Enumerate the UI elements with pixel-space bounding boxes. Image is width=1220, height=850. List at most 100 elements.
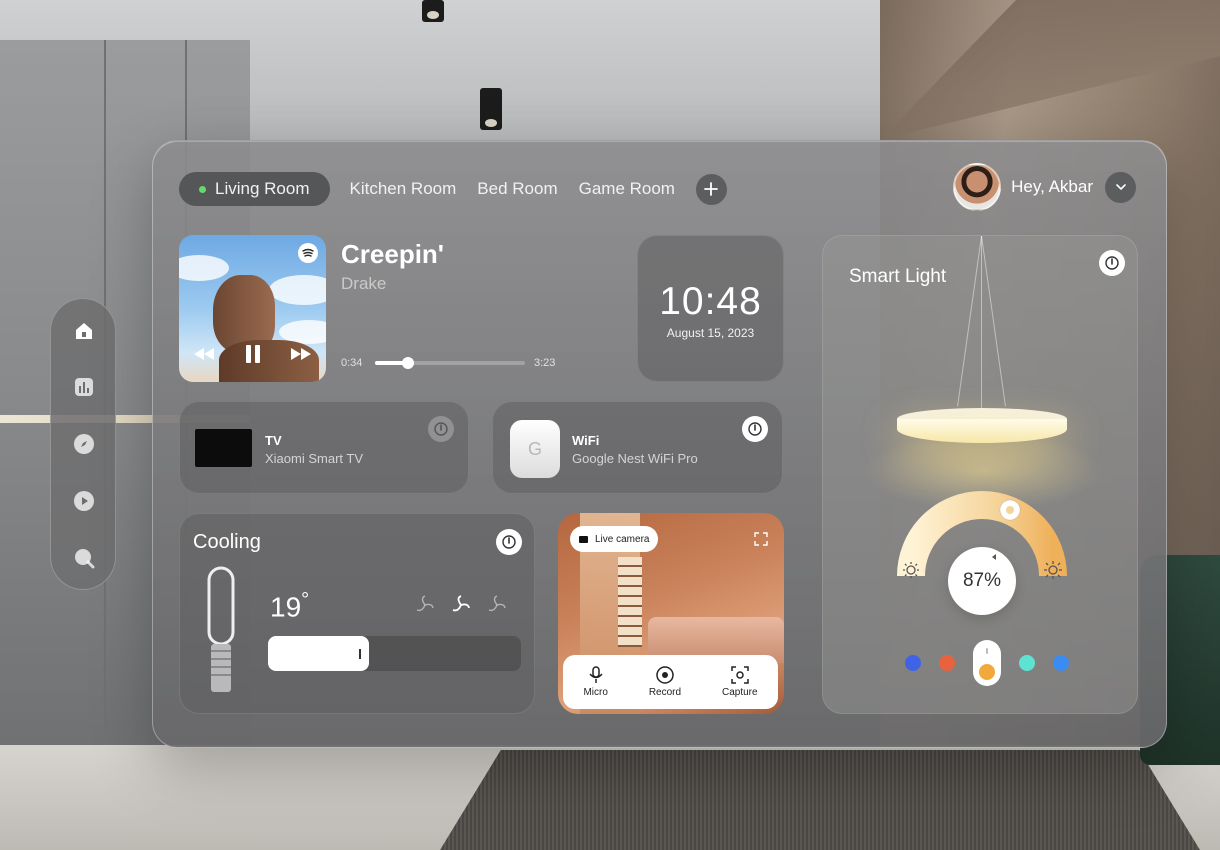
song-artist: Drake <box>341 274 387 293</box>
home-icon[interactable] <box>72 319 96 343</box>
total-time: 3:23 <box>534 357 556 369</box>
tv-thumbnail <box>195 429 252 467</box>
air-purifier-image <box>207 566 235 692</box>
wifi-power-button[interactable] <box>742 416 768 442</box>
power-icon <box>434 422 448 436</box>
plus-icon <box>704 182 719 196</box>
tab-kitchen-room[interactable]: Kitchen Room <box>350 179 457 199</box>
record-icon <box>656 666 674 684</box>
add-room-button[interactable] <box>695 173 727 205</box>
capture-icon <box>731 666 749 684</box>
lamp-wire <box>957 235 982 407</box>
swatch-color <box>979 664 995 680</box>
pause-icon[interactable] <box>245 344 261 364</box>
capture-label: Capture <box>721 687 758 698</box>
clock-card: 10:48 August 15, 2023 <box>637 235 784 382</box>
tv-title: TV <box>265 433 282 448</box>
fast-forward-icon[interactable] <box>290 347 312 361</box>
album-art <box>179 235 326 382</box>
camera-feed-shelf <box>618 557 642 647</box>
pendant-lamp-image <box>897 408 1067 458</box>
cooling-slider-grip[interactable] <box>359 649 362 659</box>
ceiling-spotlight <box>422 0 444 22</box>
tab-game-room[interactable]: Game Room <box>579 179 675 199</box>
avatar[interactable] <box>953 163 1002 211</box>
microphone-icon <box>589 666 603 683</box>
swatch-handle <box>986 648 988 654</box>
cooling-slider[interactable] <box>268 636 521 671</box>
power-icon <box>748 422 762 436</box>
color-swatches <box>905 640 1087 686</box>
active-dot <box>199 185 206 193</box>
tv-card[interactable]: TV Xiaomi Smart TV <box>179 401 469 494</box>
video-camera-icon <box>579 535 588 543</box>
ceiling-spotlight <box>480 88 502 130</box>
lamp-ring <box>897 419 1067 443</box>
progress-knob[interactable] <box>402 357 414 369</box>
dashboard-panel: Living Room Kitchen Room Bed Room Game R… <box>152 140 1167 748</box>
cooling-slider-fill <box>268 636 370 671</box>
record-button[interactable]: Record <box>649 666 681 698</box>
light-power-button[interactable] <box>1099 250 1125 276</box>
smart-light-title: Smart Light <box>849 266 947 287</box>
temperature-value: 19 <box>270 591 302 623</box>
color-swatch[interactable] <box>1053 655 1069 671</box>
micro-button[interactable]: Micro <box>583 666 608 698</box>
user-menu-button[interactable] <box>1105 171 1136 203</box>
rewind-icon[interactable] <box>193 347 215 361</box>
micro-label: Micro <box>583 687 608 698</box>
color-swatch[interactable] <box>1019 655 1035 671</box>
live-camera-badge: Live camera <box>570 526 659 552</box>
power-icon <box>502 535 516 549</box>
song-progress-bar[interactable] <box>375 357 525 369</box>
color-swatch-selected[interactable] <box>973 640 1001 686</box>
compass-icon[interactable] <box>72 432 96 456</box>
lamp-wire <box>981 235 1006 407</box>
search-icon[interactable] <box>72 546 96 570</box>
fan-medium-icon[interactable] <box>450 594 472 616</box>
camera-action-bar: Micro Record Capture <box>563 655 778 709</box>
record-label: Record <box>648 687 682 698</box>
degree-symbol: ° <box>301 589 310 611</box>
live-camera-label: Live camera <box>595 533 650 545</box>
tab-bed-room[interactable]: Bed Room <box>477 179 557 199</box>
album-cloud <box>269 275 326 305</box>
tv-subtitle: Xiaomi Smart TV <box>265 451 364 466</box>
power-icon <box>1105 256 1119 270</box>
fan-high-icon[interactable] <box>486 594 508 616</box>
stats-icon[interactable] <box>72 375 96 399</box>
spotify-icon <box>298 243 318 263</box>
tv-power-button[interactable] <box>428 416 454 442</box>
playback-controls <box>179 344 326 364</box>
elapsed-time: 0:34 <box>341 357 363 369</box>
clock-time: 10:48 <box>659 280 762 323</box>
wifi-router-image: G <box>510 420 560 478</box>
color-swatch[interactable] <box>905 655 921 671</box>
play-icon[interactable] <box>72 489 96 513</box>
wifi-title: WiFi <box>572 433 600 448</box>
clock-date: August 15, 2023 <box>666 326 755 340</box>
fan-speed-options <box>414 594 508 616</box>
brightness-value: 87% <box>948 547 1016 615</box>
song-title: Creepin' <box>341 239 444 269</box>
cooling-power-button[interactable] <box>496 529 522 555</box>
wifi-subtitle: Google Nest WiFi Pro <box>572 451 698 466</box>
cooling-temperature: 19° <box>270 589 309 623</box>
smart-light-card: Smart Light 87% <box>822 235 1138 714</box>
sidebar <box>50 298 116 590</box>
user-menu: Hey, Akbar <box>953 163 1136 211</box>
user-greeting: Hey, Akbar <box>1011 177 1093 196</box>
expand-icon[interactable] <box>754 532 768 546</box>
chevron-down-icon <box>1115 184 1126 191</box>
capture-button[interactable]: Capture <box>722 666 758 698</box>
rug <box>440 750 1200 850</box>
brightness-indicator <box>988 554 996 560</box>
wifi-card[interactable]: G WiFi Google Nest WiFi Pro <box>492 401 783 494</box>
color-swatch[interactable] <box>939 655 955 671</box>
cooling-card: Cooling 19° <box>179 513 535 714</box>
router-logo: G <box>527 438 542 459</box>
tab-label: Living Room <box>215 179 310 198</box>
tab-living-room[interactable]: Living Room <box>179 172 330 206</box>
room-tabs: Living Room Kitchen Room Bed Room Game R… <box>179 171 727 207</box>
fan-low-icon[interactable] <box>414 594 436 616</box>
